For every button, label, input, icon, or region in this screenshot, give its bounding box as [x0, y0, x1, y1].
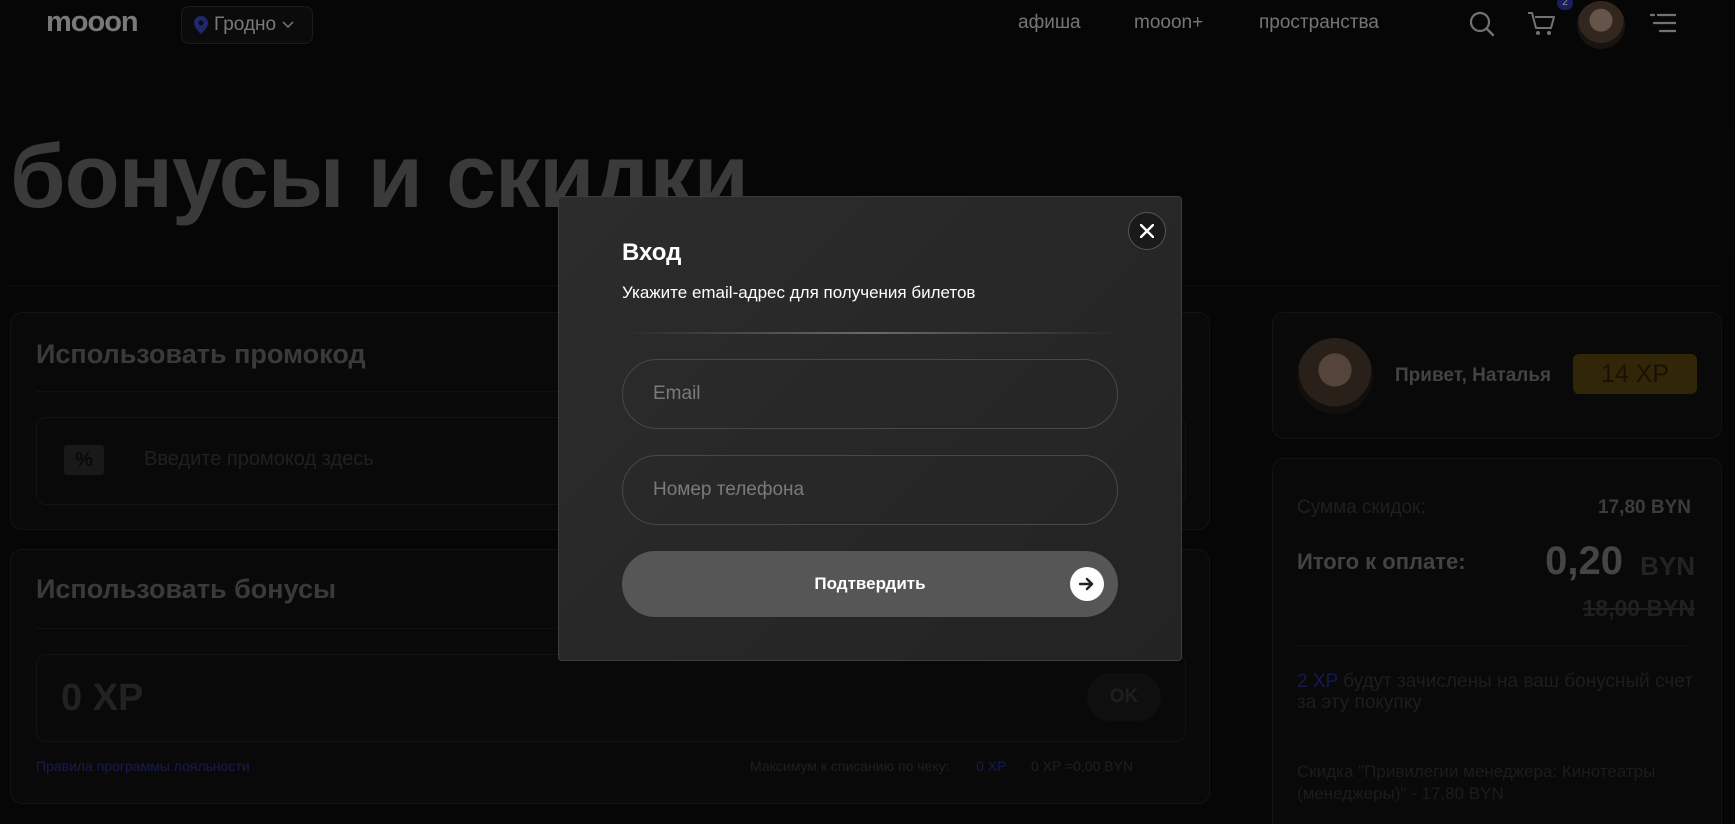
modal-subtitle: Укажите email-адрес для получения билето…	[622, 283, 976, 302]
phone-field[interactable]	[622, 455, 1118, 525]
confirm-button[interactable]: Подтвердить	[622, 551, 1118, 617]
email-field[interactable]	[622, 359, 1118, 429]
modal-title: Вход	[622, 239, 682, 266]
confirm-button-label: Подтвердить	[814, 574, 926, 593]
arrow-right-icon	[1070, 567, 1104, 601]
modal-divider	[622, 332, 1118, 334]
login-modal: Вход Укажите email-адрес для получения б…	[558, 196, 1182, 661]
close-button[interactable]	[1128, 212, 1166, 250]
close-icon	[1140, 224, 1154, 238]
